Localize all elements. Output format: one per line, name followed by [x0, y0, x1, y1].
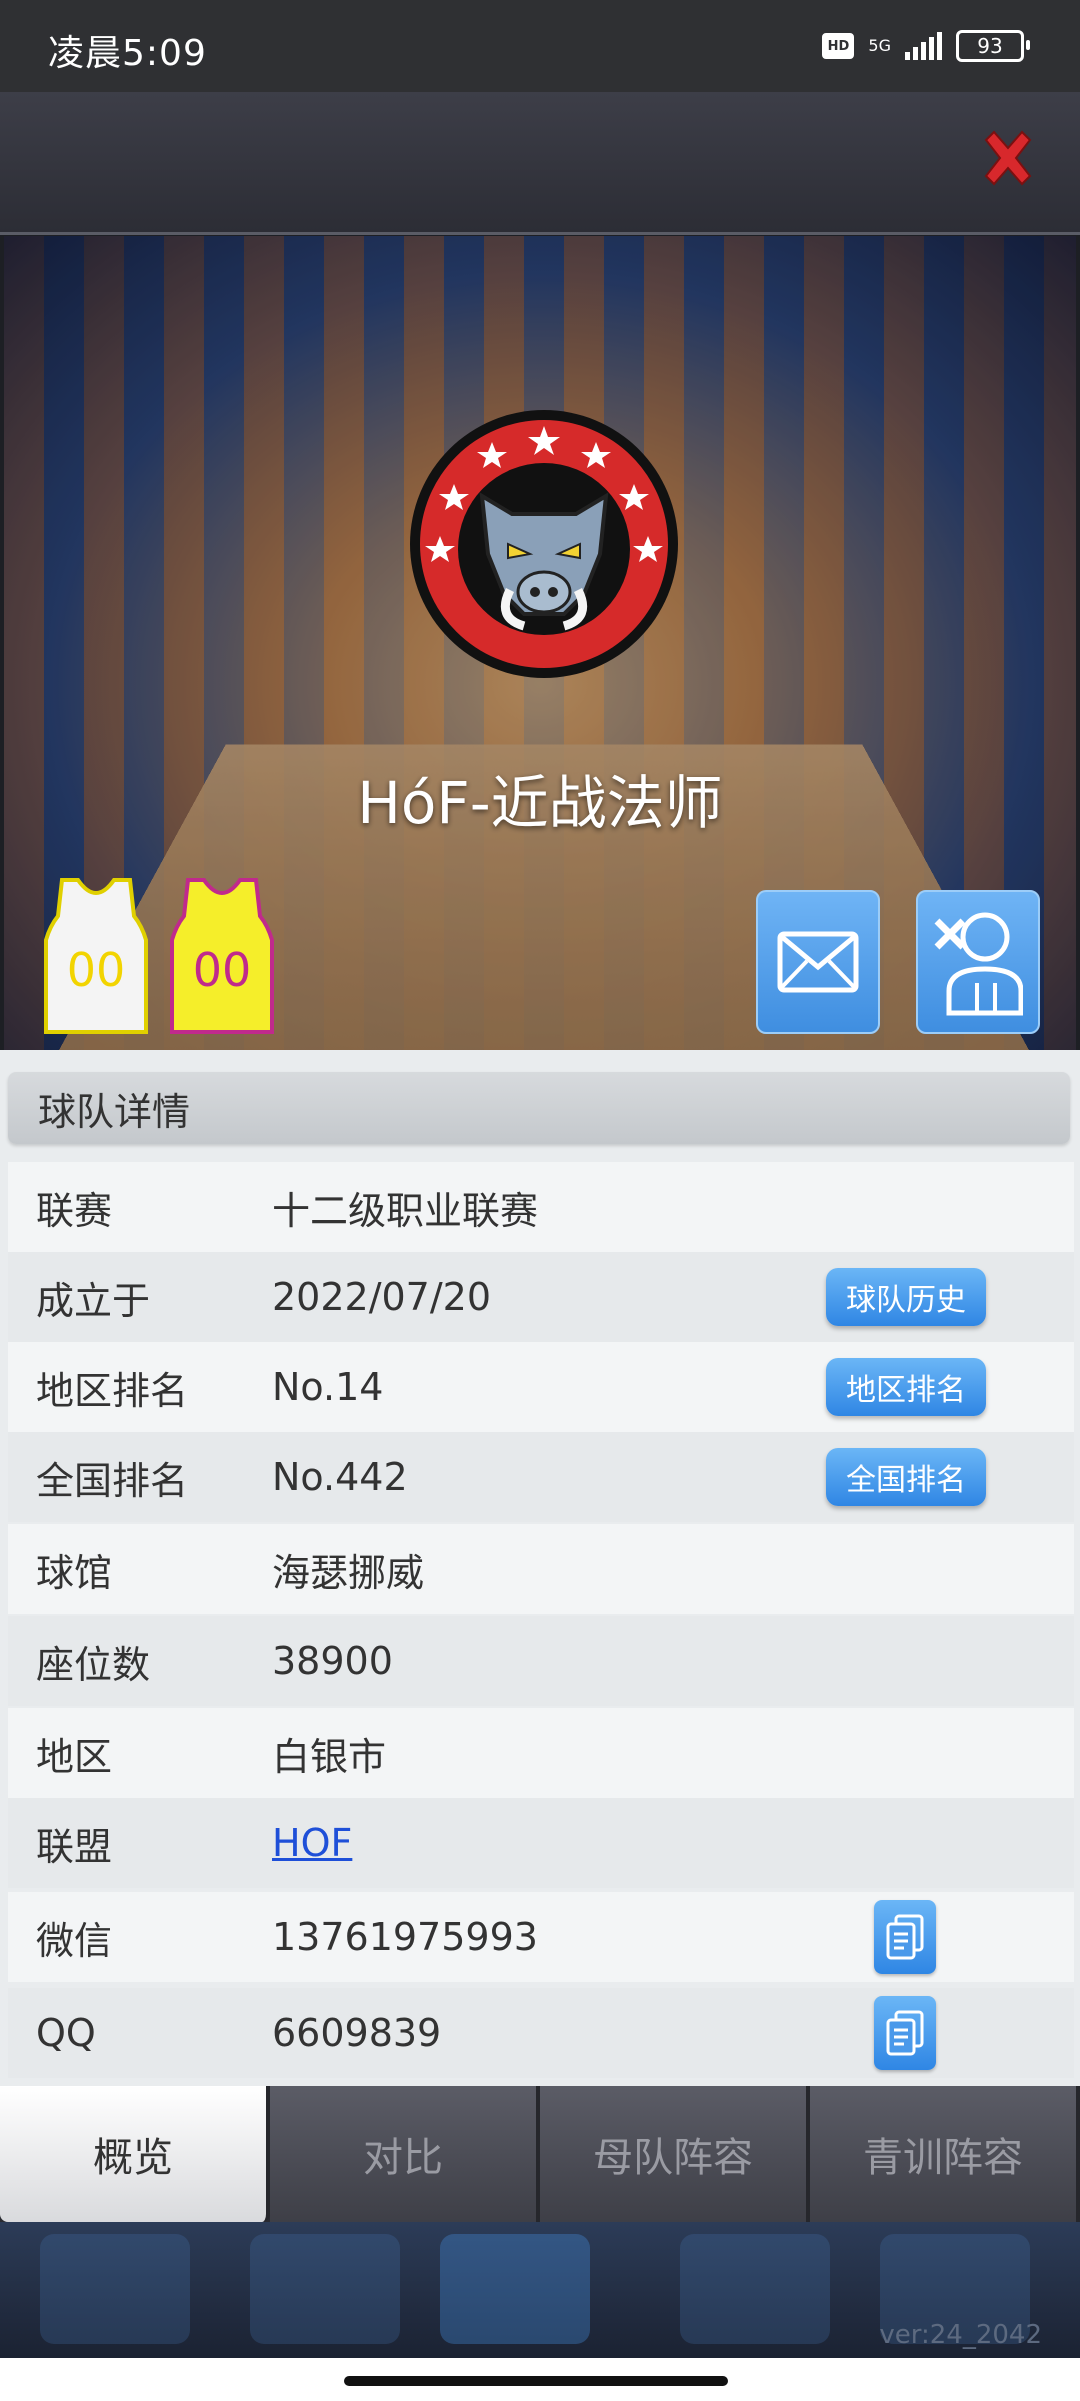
alliance-link[interactable]: HOF: [272, 1821, 352, 1865]
row-founded: 成立于 2022/07/20 球队历史: [8, 1252, 1074, 1342]
remove-manager-button[interactable]: [916, 890, 1040, 1034]
row-label: 地区: [36, 1726, 112, 1781]
hd-icon: HD: [822, 33, 854, 59]
copy-icon: [886, 1914, 924, 1960]
row-value: 2022/07/20: [272, 1275, 491, 1319]
signal-icon: [905, 32, 942, 60]
away-jersey-number: 00: [193, 943, 252, 997]
tab-overview[interactable]: 概览: [0, 2086, 270, 2222]
row-label: 成立于: [36, 1270, 150, 1325]
row-value: 38900: [272, 1639, 393, 1683]
row-value: 十二级职业联赛: [272, 1180, 538, 1235]
team-history-button[interactable]: 球队历史: [826, 1268, 986, 1326]
row-wechat: 微信 13761975993: [8, 1892, 1074, 1982]
battery-icon: 93: [956, 30, 1024, 62]
close-button[interactable]: [972, 122, 1044, 194]
row-national-rank: 全国排名 No.442 全国排名: [8, 1432, 1074, 1522]
home-jersey-icon[interactable]: 00: [42, 876, 150, 1036]
status-time: 凌晨5:09: [48, 24, 207, 76]
row-value: 白银市: [272, 1726, 386, 1781]
row-label: 联赛: [36, 1180, 112, 1235]
background-menu: ver:24_2042: [0, 2222, 1080, 2358]
detail-header: 球队详情: [8, 1072, 1070, 1144]
row-qq: QQ 6609839: [8, 1988, 1074, 2078]
team-name: HóF-近战法师: [4, 756, 1076, 840]
tab-main-roster[interactable]: 母队阵容: [540, 2086, 810, 2222]
battery-level: 93: [977, 34, 1002, 58]
row-value: No.442: [272, 1455, 408, 1499]
row-league: 联赛 十二级职业联赛: [8, 1162, 1074, 1252]
network-label: 5G: [868, 38, 891, 54]
row-label: 全国排名: [36, 1450, 188, 1505]
row-label: 微信: [36, 1910, 112, 1965]
version-label: ver:24_2042: [879, 2320, 1042, 2350]
team-banner: HóF-近战法师 00 00: [4, 236, 1076, 1050]
mail-button[interactable]: [756, 890, 880, 1034]
background-icon: [680, 2234, 830, 2344]
row-label: QQ: [36, 2011, 96, 2055]
region-rank-button[interactable]: 地区排名: [826, 1358, 986, 1416]
background-icon: [40, 2234, 190, 2344]
team-logo: [404, 404, 684, 684]
copy-icon: [886, 2010, 924, 2056]
row-region: 地区 白银市: [8, 1708, 1074, 1798]
home-jersey-number: 00: [67, 943, 126, 997]
copy-wechat-button[interactable]: [874, 1900, 936, 1974]
background-icon: [440, 2234, 590, 2344]
status-bar: 凌晨5:09 HD 5G 93: [0, 0, 1080, 92]
row-label: 地区排名: [36, 1360, 188, 1415]
team-detail-panel: 球队详情 联赛 十二级职业联赛 成立于 2022/07/20 球队历史 地区排名…: [0, 1050, 1080, 2090]
away-jersey-icon[interactable]: 00: [168, 876, 276, 1036]
copy-qq-button[interactable]: [874, 1996, 936, 2070]
row-value: No.14: [272, 1365, 383, 1409]
row-region-rank: 地区排名 No.14 地区排名: [8, 1342, 1074, 1432]
tab-youth-roster[interactable]: 青训阵容: [810, 2086, 1080, 2222]
row-label: 联盟: [36, 1816, 112, 1871]
top-bar: [0, 92, 1080, 235]
home-indicator[interactable]: [344, 2376, 728, 2386]
person-remove-icon: [933, 907, 1023, 1017]
row-value: 6609839: [272, 2011, 441, 2055]
row-value: 13761975993: [272, 1915, 538, 1959]
row-alliance: 联盟 HOF: [8, 1798, 1074, 1888]
background-icon: [250, 2234, 400, 2344]
national-rank-button[interactable]: 全国排名: [826, 1448, 986, 1506]
row-seats: 座位数 38900: [8, 1616, 1074, 1706]
tab-bar: 概览 对比 母队阵容 青训阵容: [0, 2086, 1080, 2222]
tab-compare[interactable]: 对比: [270, 2086, 540, 2222]
row-label: 球馆: [36, 1542, 112, 1597]
close-icon: [976, 126, 1040, 190]
row-value: 海瑟挪威: [272, 1542, 424, 1597]
mail-icon: [777, 931, 859, 993]
row-label: 座位数: [36, 1634, 150, 1689]
row-arena: 球馆 海瑟挪威: [8, 1524, 1074, 1614]
